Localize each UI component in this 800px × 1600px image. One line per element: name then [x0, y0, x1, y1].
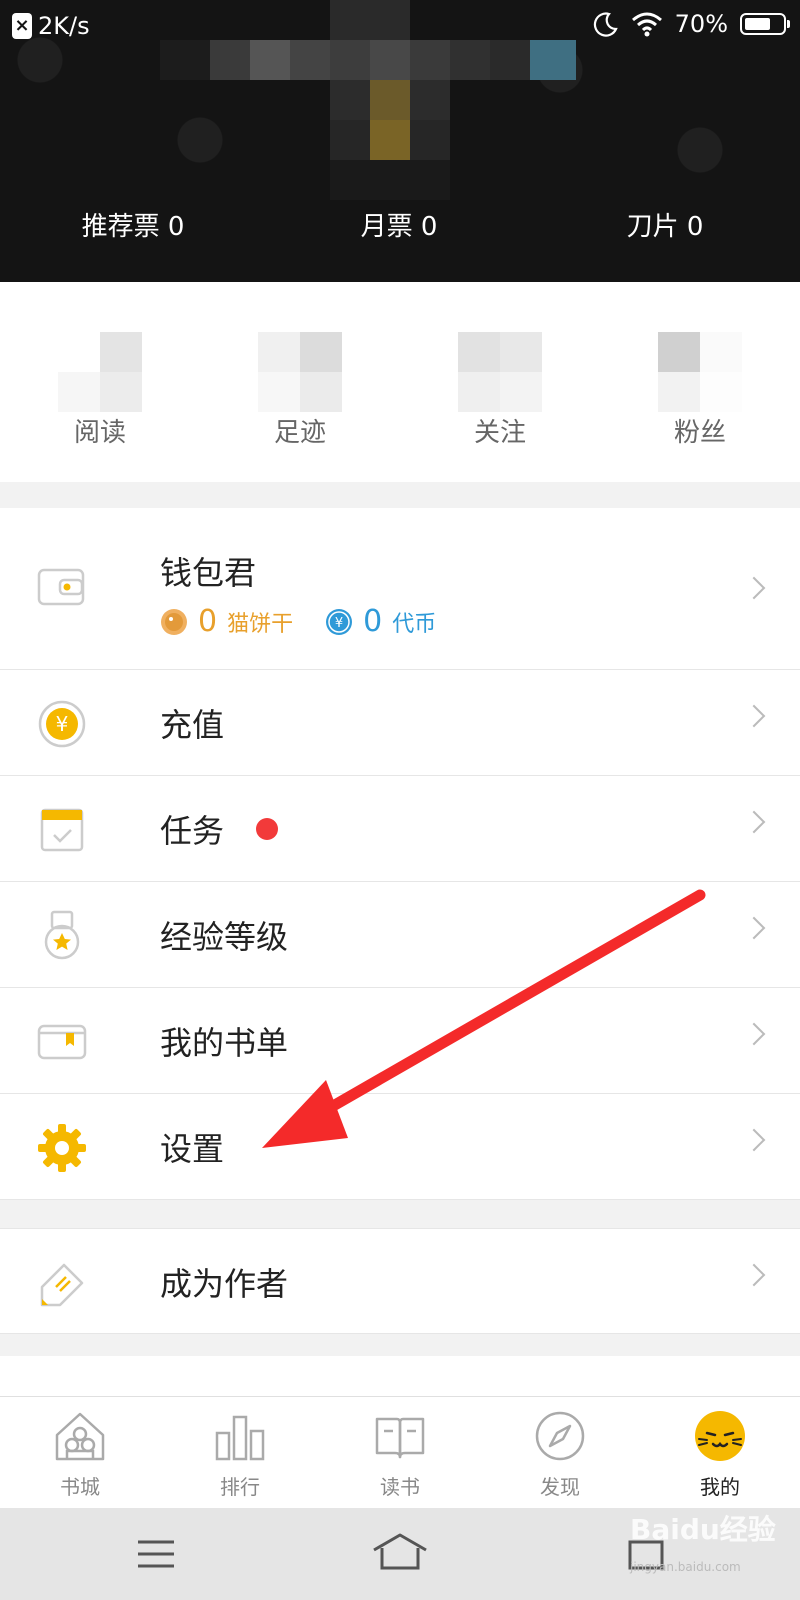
wallet-balances: 0 猫饼干 ¥ 0 代币	[160, 604, 436, 639]
bars-icon	[215, 1415, 265, 1461]
stat-monthly-votes[interactable]: 月票 0	[266, 206, 532, 243]
pencil-card-icon	[40, 1263, 84, 1307]
quick-link-following[interactable]: 关注	[400, 332, 600, 452]
blurred-avatar	[160, 0, 590, 220]
network-speed: 2K/s	[38, 12, 90, 40]
stat-recommend-votes[interactable]: 推荐票 0	[0, 206, 266, 243]
cat-biscuit-label: 猫饼干	[227, 611, 294, 637]
svg-text:¥: ¥	[335, 616, 343, 631]
my-booklist-item[interactable]: 我的书单	[0, 988, 800, 1094]
watermark: Baidu经验 jingyan.baidu.com	[630, 1513, 776, 1574]
experience-level-item[interactable]: 经验等级	[0, 882, 800, 988]
wifi-icon	[631, 12, 662, 37]
chevron-right-icon	[742, 1263, 766, 1287]
quick-link-reading[interactable]: 阅读	[0, 332, 200, 452]
blurred-count	[658, 332, 742, 412]
tab-discover[interactable]: 发现	[480, 1409, 640, 1505]
recharge-item[interactable]: ¥ 充值	[0, 670, 800, 776]
cat-biscuit-icon	[161, 608, 187, 635]
compass-icon	[535, 1411, 585, 1461]
booklist-icon	[37, 1024, 87, 1060]
tab-mine[interactable]: 我的	[640, 1409, 800, 1505]
token-label: 代币	[392, 611, 437, 637]
open-book-icon	[375, 1417, 425, 1459]
calendar-check-icon	[40, 808, 84, 852]
quick-link-footprints[interactable]: 足迹	[200, 332, 400, 452]
profile-header: × 2K/s 70% 推荐票 0 月票 0 刀片 0	[0, 0, 800, 282]
chevron-right-icon	[742, 1128, 766, 1152]
chevron-right-icon	[742, 704, 766, 728]
cat-biscuit-count: 0	[198, 604, 218, 639]
quick-links: 阅读 足迹 关注 粉丝	[0, 282, 800, 482]
blurred-count	[58, 332, 142, 412]
battery-percent: 70%	[674, 10, 728, 38]
menu-icon[interactable]	[136, 1538, 176, 1570]
gear-icon	[38, 1124, 86, 1172]
tab-reading[interactable]: 读书	[320, 1409, 480, 1505]
wallet-title: 钱包君	[160, 554, 257, 592]
cat-face-icon	[695, 1411, 745, 1461]
blurred-count	[258, 332, 342, 412]
chevron-right-icon	[742, 1022, 766, 1046]
tab-bookstore[interactable]: 书城	[0, 1409, 160, 1505]
yuan-coin-icon: ¥	[38, 700, 86, 748]
notification-dot	[256, 818, 278, 840]
chevron-right-icon	[742, 810, 766, 834]
wallet-icon	[37, 568, 85, 606]
house-icon	[55, 1412, 105, 1461]
notification-close-icon: ×	[12, 13, 32, 39]
next-section-card	[0, 1356, 800, 1396]
blurred-count	[458, 332, 542, 412]
chevron-right-icon	[742, 916, 766, 940]
battery-icon	[740, 13, 790, 35]
stats-row: 推荐票 0 月票 0 刀片 0	[0, 206, 800, 256]
status-bar: × 2K/s 70%	[0, 0, 800, 52]
medal-icon	[44, 910, 80, 960]
become-author-item[interactable]: 成为作者	[0, 1228, 800, 1334]
settings-item[interactable]: 设置	[0, 1094, 800, 1200]
tab-ranking[interactable]: 排行	[160, 1409, 320, 1505]
quick-link-fans[interactable]: 粉丝	[600, 332, 800, 452]
tasks-item[interactable]: 任务	[0, 776, 800, 882]
token-count: 0	[363, 604, 383, 639]
moon-icon	[593, 12, 618, 37]
token-coin-icon: ¥	[326, 608, 353, 635]
wallet-item[interactable]: 钱包君 0 猫饼干 ¥ 0 代币	[0, 508, 800, 670]
svg-text:¥: ¥	[56, 712, 69, 736]
chevron-right-icon	[742, 576, 766, 600]
bottom-tab-bar: 书城 排行 读书 发现 我的	[0, 1396, 800, 1508]
home-icon[interactable]	[372, 1532, 428, 1572]
stat-blades[interactable]: 刀片 0	[532, 206, 798, 243]
